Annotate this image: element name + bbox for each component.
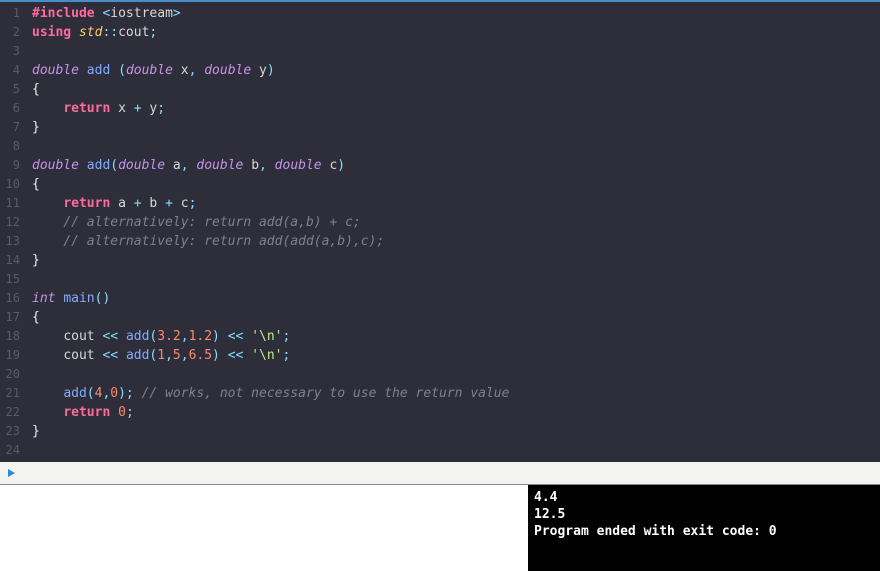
line-number-gutter: 123456789101112131415161718192021222324 [0,2,26,462]
code-line[interactable]: // alternatively: return add(add(a,b),c)… [32,232,880,251]
results-panel-left[interactable] [0,485,528,571]
line-number: 20 [4,365,20,384]
line-number: 11 [4,194,20,213]
bottom-panels: 4.4 12.5 Program ended with exit code: 0 [0,484,880,571]
code-line[interactable]: cout << add(3.2,1.2) << '\n'; [32,327,880,346]
line-number: 13 [4,232,20,251]
code-line[interactable]: { [32,80,880,99]
code-line[interactable] [32,270,880,289]
line-number: 14 [4,251,20,270]
code-line[interactable]: return a + b + c; [32,194,880,213]
line-number: 16 [4,289,20,308]
line-number: 10 [4,175,20,194]
console-output-panel[interactable]: 4.4 12.5 Program ended with exit code: 0 [528,485,880,571]
line-number: 3 [4,42,20,61]
code-line[interactable]: using std::cout; [32,23,880,42]
command-bar[interactable] [0,462,880,484]
code-line[interactable] [32,441,880,460]
code-line[interactable]: // alternatively: return add(a,b) + c; [32,213,880,232]
code-line[interactable]: double add(double a, double b, double c) [32,156,880,175]
line-number: 12 [4,213,20,232]
code-line[interactable]: double add (double x, double y) [32,61,880,80]
code-line[interactable]: add(4,0); // works, not necessary to use… [32,384,880,403]
line-number: 9 [4,156,20,175]
line-number: 23 [4,422,20,441]
code-line[interactable]: #include <iostream> [32,4,880,23]
code-line[interactable]: { [32,308,880,327]
code-line[interactable]: return 0; [32,403,880,422]
console-line: Program ended with exit code: 0 [534,524,777,539]
code-line[interactable]: { [32,175,880,194]
line-number: 19 [4,346,20,365]
code-area[interactable]: #include <iostream>using std::cout; doub… [26,2,880,462]
code-line[interactable]: } [32,118,880,137]
line-number: 21 [4,384,20,403]
line-number: 1 [4,4,20,23]
line-number: 4 [4,61,20,80]
line-number: 7 [4,118,20,137]
code-line[interactable] [32,42,880,61]
line-number: 22 [4,403,20,422]
prompt-arrow-icon [8,469,15,477]
line-number: 18 [4,327,20,346]
code-line[interactable] [32,365,880,384]
code-line[interactable]: int main() [32,289,880,308]
line-number: 15 [4,270,20,289]
line-number: 8 [4,137,20,156]
code-line[interactable]: cout << add(1,5,6.5) << '\n'; [32,346,880,365]
line-number: 2 [4,23,20,42]
code-line[interactable]: } [32,251,880,270]
line-number: 6 [4,99,20,118]
console-line: 4.4 [534,490,557,505]
code-editor[interactable]: 123456789101112131415161718192021222324 … [0,2,880,462]
code-line[interactable]: } [32,422,880,441]
code-line[interactable]: return x + y; [32,99,880,118]
line-number: 17 [4,308,20,327]
console-line: 12.5 [534,507,565,522]
line-number: 5 [4,80,20,99]
code-line[interactable] [32,137,880,156]
line-number: 24 [4,441,20,460]
